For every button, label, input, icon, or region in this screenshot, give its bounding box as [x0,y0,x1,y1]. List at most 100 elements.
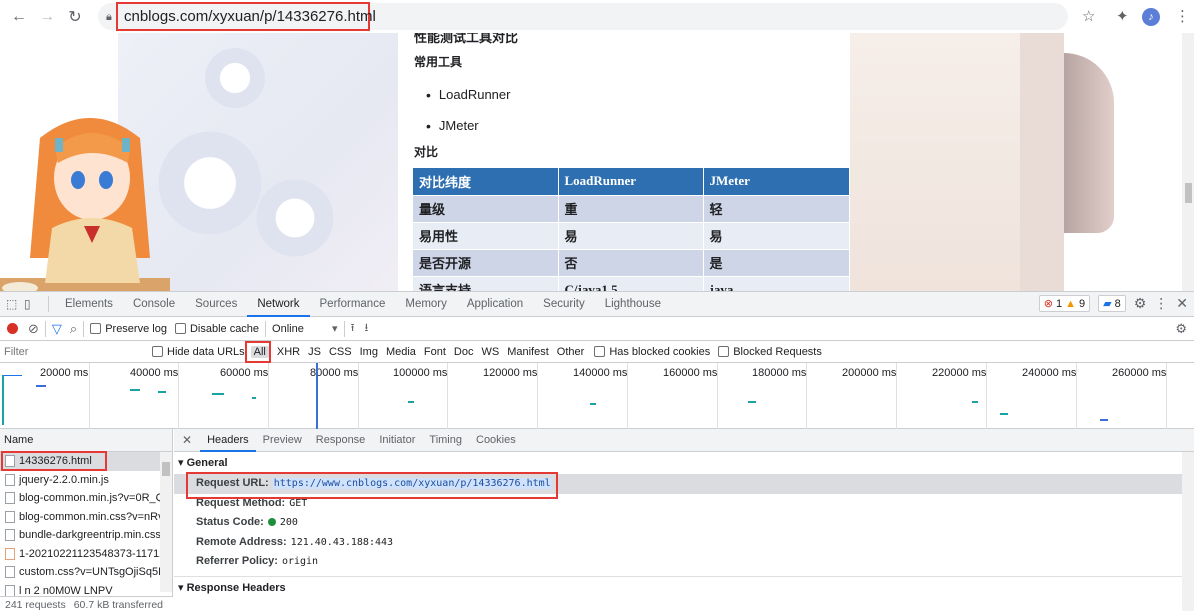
profile-avatar-icon[interactable]: ♪ [1142,8,1160,26]
url-text: cnblogs.com/xyxuan/p/14336276.html [124,8,376,25]
filter-type-font[interactable]: Font [420,346,450,358]
close-icon[interactable]: ✕ [1176,295,1188,312]
scrollbar-thumb[interactable] [162,462,170,476]
name-column-header[interactable]: Name [0,429,172,452]
timeline-tick-label: 260000 ms [1112,367,1167,379]
table-cell: 易 [558,221,704,249]
kebab-menu-icon[interactable]: ⋮ [1154,295,1168,312]
table-cell: 重 [558,194,704,222]
request-row[interactable]: custom.css?v=UNTsgOjiSq5Kc [0,563,160,582]
page-scrollbar[interactable] [1182,33,1194,291]
export-har-icon[interactable]: ⭳ [364,319,368,338]
close-icon[interactable]: ✕ [174,433,200,447]
network-overview-timeline[interactable]: 20000 ms 40000 ms 60000 ms 80000 ms 1000… [0,363,1194,429]
device-toolbar-icon[interactable]: ▯ [24,297,42,311]
filter-type-other[interactable]: Other [553,346,589,358]
table-cell: 语言支持 [413,275,559,291]
gear-icon[interactable]: ⚙ [1175,321,1187,337]
tab-elements[interactable]: Elements [55,292,123,317]
detail-scrollbar[interactable] [1182,452,1194,611]
disable-cache-checkbox[interactable]: Disable cache [174,323,259,335]
script-icon [5,473,15,486]
tab-cookies[interactable]: Cookies [469,429,523,452]
tab-console[interactable]: Console [123,292,185,317]
scrollbar-thumb[interactable] [1185,183,1192,203]
highlight-box [186,472,558,499]
preserve-log-checkbox[interactable]: Preserve log [90,323,167,335]
flower-decoration-icon [250,173,340,263]
request-row[interactable]: blog-common.min.js?v=0R_Q [0,489,160,508]
table-row: 语言支持 C/java1.5 java [413,275,850,291]
tab-sources[interactable]: Sources [185,292,247,317]
messages-badge[interactable]: ▰ 8 [1098,295,1126,312]
forward-arrow-icon[interactable]: → [36,6,58,28]
request-bar [252,397,256,399]
filter-type-ws[interactable]: WS [477,346,503,358]
response-headers-section-toggle[interactable]: ▾ Response Headers [174,577,1194,599]
network-filter-bar: Hide data URLs All XHR JS CSS Img Media … [0,341,1194,363]
table-cell: java [703,275,850,291]
triangle-down-icon: ▾ [178,581,187,594]
tab-lighthouse[interactable]: Lighthouse [595,292,671,317]
tab-memory[interactable]: Memory [395,292,457,317]
table-row: 量级 重 轻 [413,194,850,222]
search-icon[interactable]: ⌕ [70,321,77,337]
puzzle-icon[interactable]: ✦ [1116,7,1129,25]
tab-network[interactable]: Network [247,292,310,317]
filter-type-doc[interactable]: Doc [450,346,478,358]
tab-response[interactable]: Response [309,429,373,452]
tab-preview[interactable]: Preview [256,429,309,452]
filter-type-css[interactable]: CSS [325,346,356,358]
tab-timing[interactable]: Timing [422,429,469,452]
tab-initiator[interactable]: Initiator [372,429,422,452]
filter-type-xhr[interactable]: XHR [273,346,304,358]
tab-security[interactable]: Security [533,292,595,317]
timeline-tick [89,363,90,429]
throttling-select[interactable]: Online [272,323,332,335]
back-arrow-icon[interactable]: ← [8,6,30,28]
filter-type-manifest[interactable]: Manifest [503,346,553,358]
request-row[interactable]: blog-common.min.css?v=nRv [0,508,160,527]
clear-icon[interactable]: ⊘ [28,321,39,337]
star-icon[interactable]: ☆ [1082,7,1095,25]
timeline-tick-label: 200000 ms [842,367,897,379]
chevron-down-icon[interactable]: ▾ [332,322,338,335]
inspect-element-icon[interactable]: ⬚ [6,297,24,311]
tab-application[interactable]: Application [457,292,533,317]
address-bar-url[interactable]: cnblogs.com/xyxuan/p/14336276.html [116,2,376,31]
filter-type-img[interactable]: Img [356,346,382,358]
general-section-toggle[interactable]: ▾ General [174,452,1194,474]
gear-icon[interactable]: ⚙ [1134,295,1147,312]
timeline-tick-label: 160000 ms [663,367,718,379]
request-count: 241 requests [5,598,66,611]
request-waterfall-cluster [2,375,22,425]
request-row[interactable]: 1-20210221123548373-11712 [0,545,160,564]
blocked-requests-checkbox[interactable]: Blocked Requests [718,346,822,358]
table-cell: 量级 [413,194,559,222]
filter-type-js[interactable]: JS [304,346,325,358]
article-content: 性能测试工具对比 常用工具 LoadRunner JMeter 对比 对比纬度 … [398,33,850,291]
issues-badge[interactable]: ⊗ 1 ▲ 9 [1038,295,1091,312]
filter-input[interactable] [0,341,150,362]
request-list-scrollbar[interactable] [160,452,172,592]
request-row[interactable]: jquery-2.2.0.min.js [0,471,160,490]
page-background-art [1020,33,1064,291]
tab-headers[interactable]: Headers [200,429,256,452]
divider [44,320,46,337]
request-list: Name 14336276.html jquery-2.2.0.min.js b… [0,429,173,611]
record-icon[interactable] [7,323,18,334]
detail-tab-bar: ✕ Headers Preview Response Initiator Tim… [174,429,1194,452]
request-row[interactable]: bundle-darkgreentrip.min.css [0,526,160,545]
hide-data-urls-checkbox[interactable]: Hide data URLs [152,346,245,358]
has-blocked-cookies-checkbox[interactable]: Has blocked cookies [594,346,710,358]
request-bar [408,401,414,403]
filter-icon[interactable]: ▽ [52,321,62,337]
filter-type-media[interactable]: Media [382,346,420,358]
import-har-icon[interactable]: ⭱ [351,319,355,338]
kebab-menu-icon[interactable]: ⋮ [1175,7,1190,25]
reload-icon[interactable]: ↻ [64,6,86,28]
dom-content-loaded-line [316,363,318,429]
timeline-tick-label: 60000 ms [220,367,269,379]
triangle-down-icon: ▾ [178,457,187,469]
tab-performance[interactable]: Performance [310,292,396,317]
